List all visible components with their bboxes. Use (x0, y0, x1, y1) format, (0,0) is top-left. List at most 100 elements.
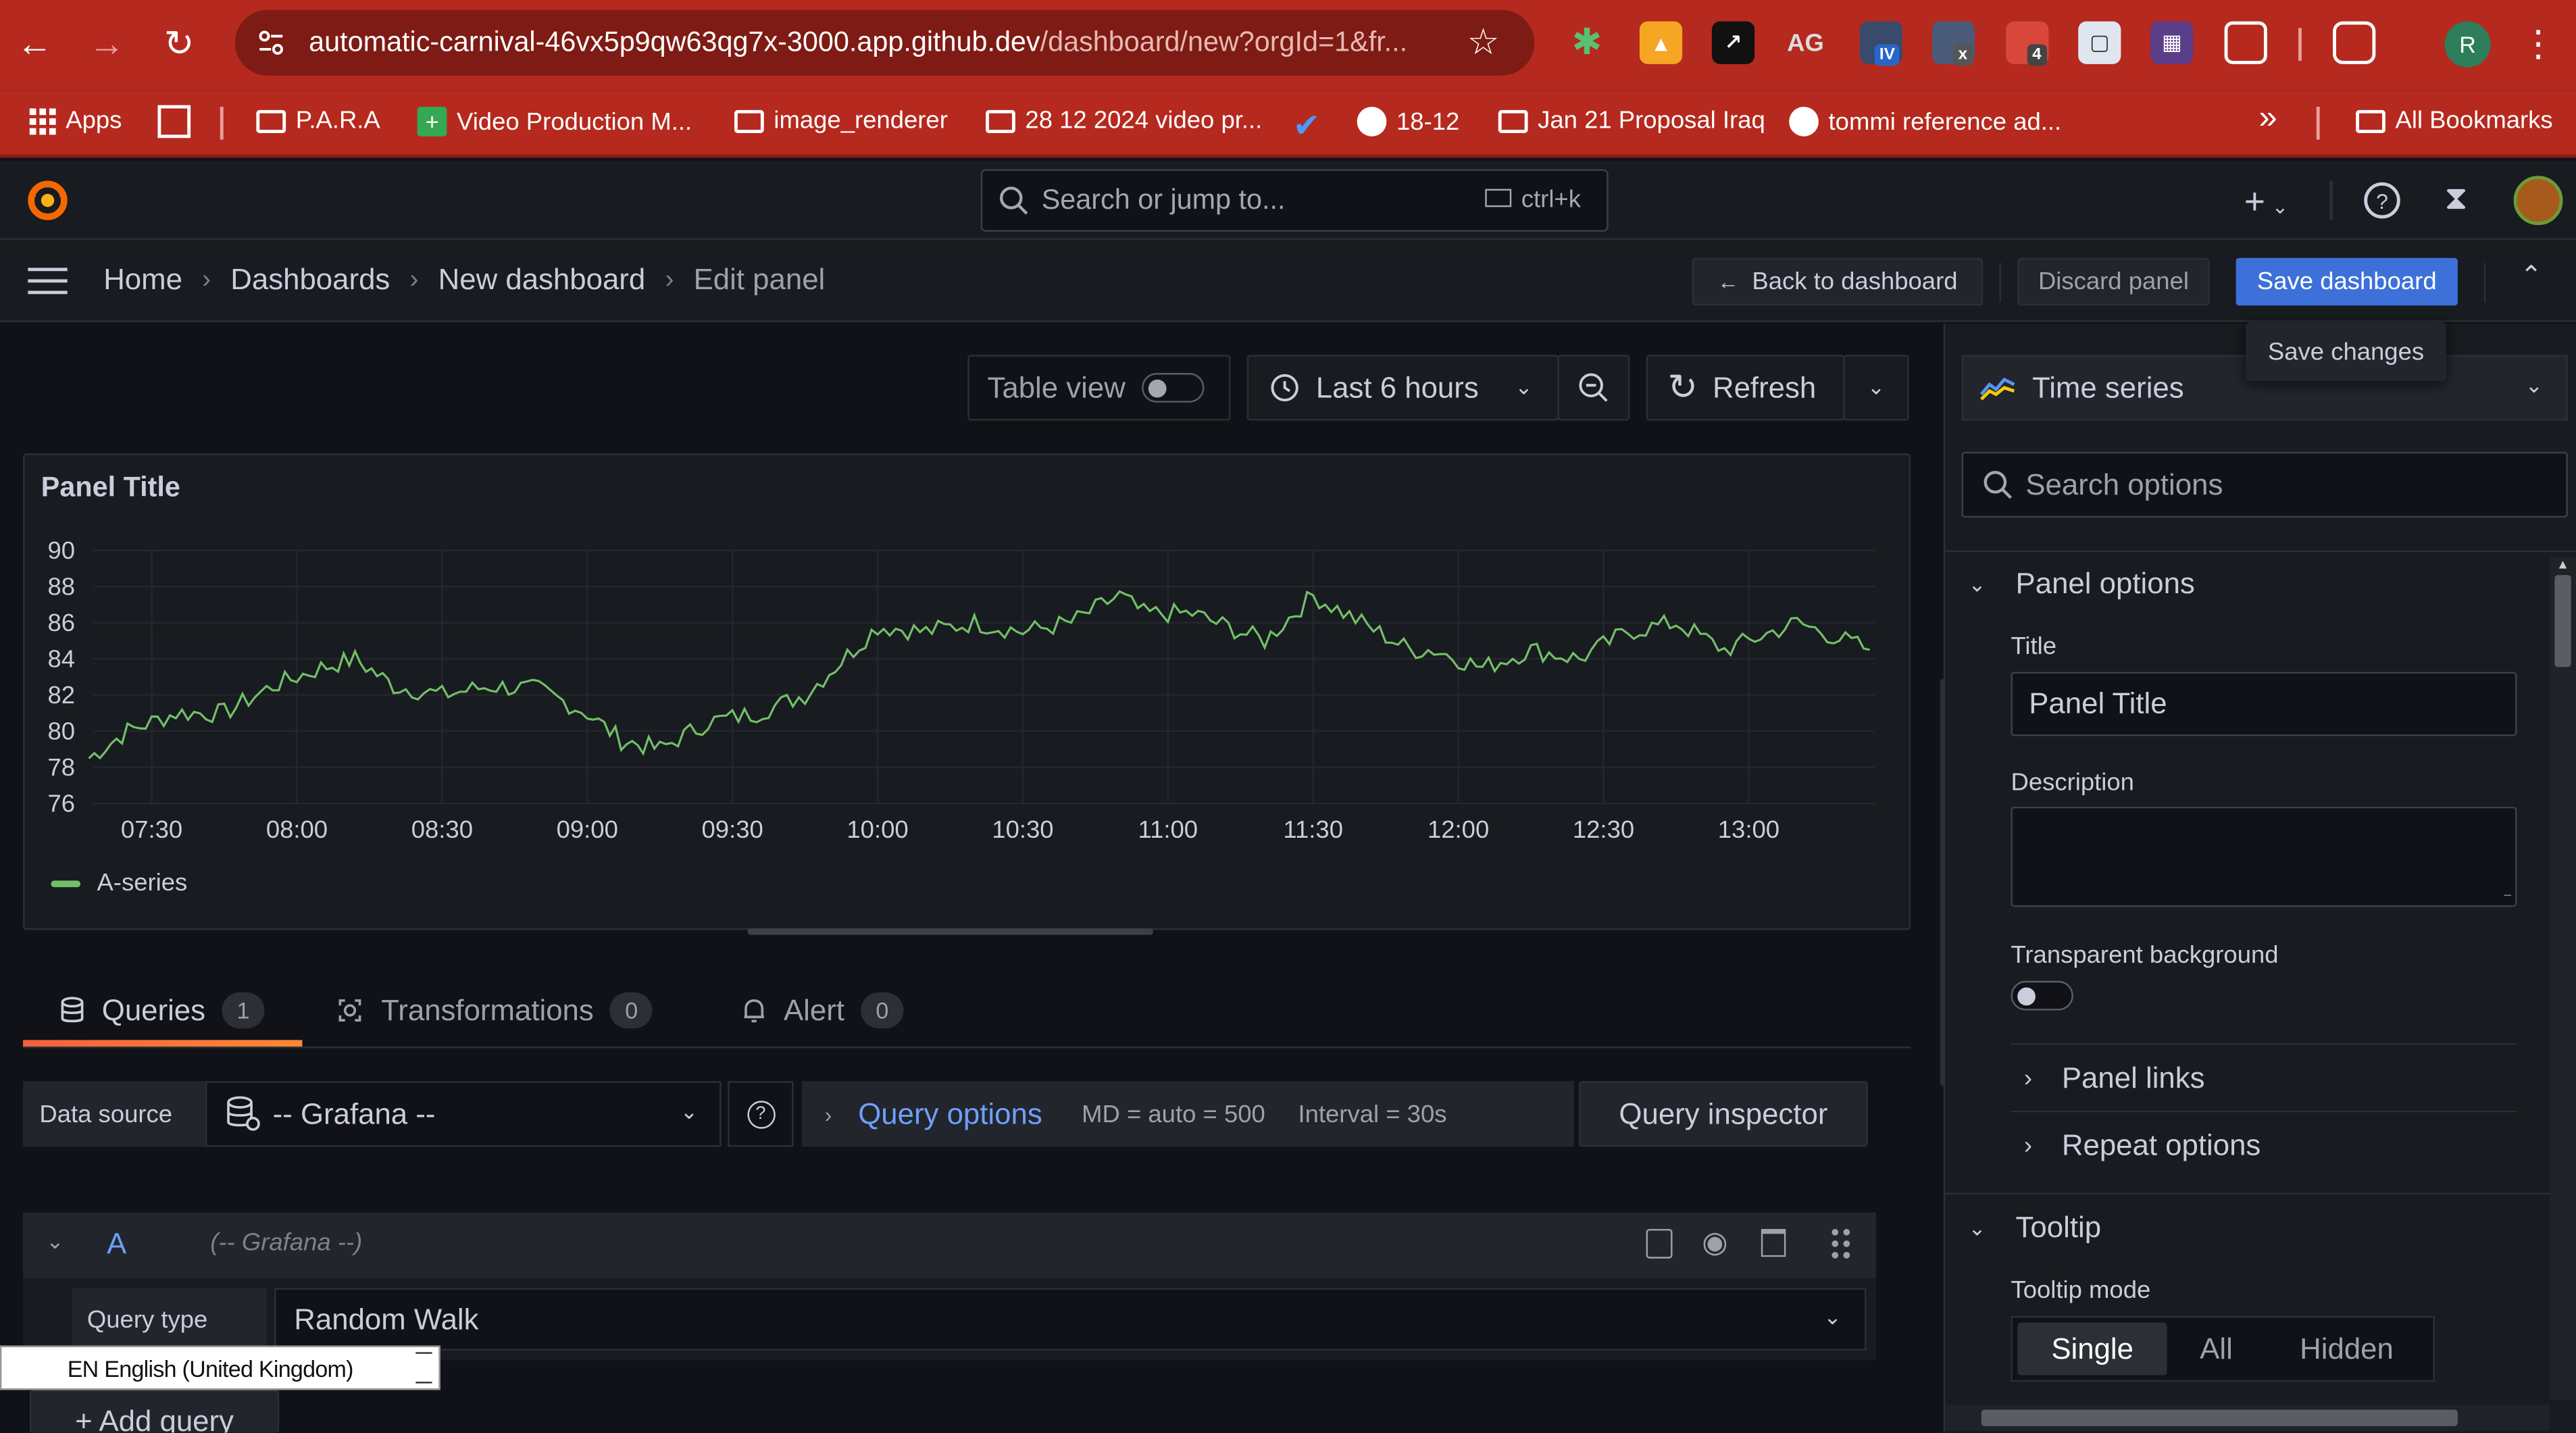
grafana-logo-icon[interactable] (24, 178, 70, 224)
breadcrumb-dashboards[interactable]: Dashboards (230, 263, 390, 297)
user-avatar[interactable] (2513, 176, 2563, 226)
bookmark-image-renderer[interactable]: image_renderer (734, 107, 948, 134)
address-bar[interactable]: automatic-carnival-46vx5p9qw63qg7x-3000.… (234, 9, 1535, 76)
query-type-select[interactable]: Random Walk ⌄ (274, 1288, 1867, 1351)
checkmark-bookmark-icon[interactable]: ✔ (1293, 105, 1321, 147)
bookmark-18-12[interactable]: 18-12 (1357, 107, 1459, 136)
profile-avatar[interactable]: R (2444, 21, 2491, 68)
extension-orange-icon[interactable]: ▲ (1639, 21, 1683, 64)
refresh-interval-dropdown[interactable]: ⌄ (1843, 355, 1909, 421)
back-arrow-icon[interactable]: ← (10, 20, 59, 69)
hamburger-menu-icon[interactable] (28, 268, 68, 297)
zoom-out-button[interactable] (1557, 355, 1630, 421)
extension-calendar-icon[interactable]: 4 (2006, 21, 2049, 66)
tooltip-header[interactable]: ⌄ Tooltip (1968, 1211, 2101, 1245)
extension-book-icon[interactable]: ▦ (2150, 21, 2194, 64)
new-plus-icon[interactable]: + ⌄ (2244, 180, 2288, 223)
search-options-input[interactable]: Search options (1961, 451, 2568, 518)
query-options-row[interactable]: › Query options MD = auto = 500 Interval… (801, 1081, 1574, 1147)
screenshot-icon[interactable] (2333, 21, 2376, 64)
panel-resize-handle[interactable] (747, 928, 1154, 935)
time-series-viz-icon (1979, 377, 2015, 401)
query-inspector-button[interactable]: Query inspector (1578, 1081, 1868, 1147)
tooltip-mode-hidden[interactable]: Hidden (2265, 1323, 2428, 1376)
y-tick-label: 78 (48, 753, 76, 781)
add-query-button[interactable]: + Add query (29, 1390, 280, 1433)
query-options-link[interactable]: Query options (858, 1097, 1042, 1131)
save-dashboard-button[interactable]: Save dashboard (2236, 257, 2458, 306)
divider (2483, 263, 2486, 303)
transparent-background-toggle[interactable] (2011, 980, 2073, 1011)
folder-icon (734, 109, 764, 132)
extension-dark-icon[interactable]: ↗ (1711, 21, 1755, 64)
scrollbar-thumb[interactable] (1981, 1409, 2458, 1426)
rss-icon[interactable]: ⧗ (2444, 180, 2467, 218)
series-line-A-series (88, 590, 1870, 760)
refresh-button[interactable]: ↻ Refresh (1646, 355, 1845, 421)
tooltip-mode-label: Tooltip mode (2011, 1276, 2151, 1305)
extension-lock-icon[interactable]: IV (1859, 21, 1902, 66)
search-input[interactable]: Search or jump to... ctrl+k (980, 169, 1609, 232)
time-range-picker[interactable]: Last 6 hours ⌄ (1246, 355, 1559, 421)
browser-menu-icon[interactable]: ⋮ (2514, 20, 2563, 69)
extension-window-icon[interactable]: ▢ (2078, 21, 2121, 64)
all-bookmarks[interactable]: All Bookmarks (2356, 107, 2553, 134)
collapse-chevron-icon[interactable]: ⌄ (46, 1229, 64, 1255)
breadcrumb-home[interactable]: Home (103, 263, 182, 297)
description-textarea[interactable]: − (2011, 806, 2517, 907)
chevron-right-icon: › (2023, 1064, 2033, 1093)
table-view-switch[interactable] (1142, 373, 1205, 403)
panel-options-header[interactable]: ⌄ Panel options (1968, 567, 2195, 601)
duplicate-query-icon[interactable] (1646, 1228, 1673, 1259)
reload-icon[interactable]: ↻ (155, 20, 204, 69)
extension-puzzle-green-icon[interactable]: ✱ (1565, 22, 1608, 64)
tooltip-mode-all[interactable]: All (2167, 1323, 2265, 1376)
trash-icon[interactable] (1761, 1228, 1786, 1257)
bookmark-video-pr[interactable]: 28 12 2024 video pr... (986, 107, 1262, 134)
tooltip-mode-single[interactable]: Single (2017, 1322, 2168, 1376)
query-ref-id[interactable]: A (107, 1228, 126, 1262)
bookmark-star-icon[interactable]: ☆ (1467, 22, 1500, 64)
datasource-help-button[interactable]: ? (728, 1081, 794, 1147)
panel-title-input[interactable]: Panel Title (2011, 672, 2517, 736)
drag-handle-icon[interactable] (1832, 1228, 1850, 1259)
bookmarks-overflow-icon[interactable]: » (2259, 100, 2277, 138)
query-row-header[interactable]: ⌄ A (-- Grafana --) ◉ (23, 1212, 1877, 1278)
extensions-puzzle-icon[interactable] (2224, 21, 2267, 64)
forward-arrow-icon[interactable]: → (82, 20, 132, 69)
panel-links-header[interactable]: › Panel links (2024, 1061, 2205, 1096)
collapse-chevron-up-icon[interactable]: ⌃ (2520, 259, 2542, 293)
table-view-toggle[interactable]: Table view (967, 355, 1231, 421)
help-icon[interactable]: ? (2364, 182, 2400, 219)
legend-item[interactable]: A-series (51, 869, 187, 897)
repeat-options-header[interactable]: › Repeat options (2024, 1129, 2261, 1163)
x-tick-label: 07:30 (121, 815, 182, 843)
eye-icon[interactable]: ◉ (1702, 1226, 1727, 1260)
bookmark-proposal-iraq[interactable]: Jan 21 Proposal Iraq (1498, 107, 1765, 134)
bookmark-para[interactable]: P.A.R.A (256, 107, 380, 134)
scroll-up-icon[interactable]: ▲ (2550, 557, 2576, 572)
tab-transformations[interactable]: Transformations 0 (335, 992, 653, 1029)
zoom-out-icon (1579, 373, 1608, 402)
time-series-chart[interactable]: 90 88 86 84 82 80 78 76 07:30 08:00 08:30 09:00 09:3… (24, 521, 1912, 849)
apps-grid-icon (29, 107, 56, 134)
language-indicator[interactable]: EN English (United Kingdom) (0, 1345, 440, 1390)
discard-panel-button[interactable]: Discard panel (2017, 257, 2210, 306)
tab-groups-icon[interactable] (157, 105, 191, 139)
back-to-dashboard-button[interactable]: ← Back to dashboard (1692, 257, 1984, 306)
extension-grid-icon[interactable]: x (1931, 21, 1975, 66)
bookmark-apps[interactable]: Apps (29, 107, 122, 134)
legend-swatch (51, 880, 81, 886)
bookmark-video-production[interactable]: + Video Production M... (417, 107, 692, 136)
vertical-scrollbar[interactable]: ▲ (2550, 557, 2576, 1400)
scrollbar-thumb[interactable] (2554, 575, 2571, 668)
horizontal-scrollbar[interactable] (1945, 1405, 2550, 1432)
tab-queries[interactable]: Queries 1 (59, 992, 265, 1029)
datasource-picker[interactable]: -- Grafana -- ⌄ (205, 1081, 722, 1147)
tab-alert[interactable]: Alert 0 (741, 992, 904, 1029)
clock-icon (1271, 374, 1298, 402)
site-info-icon[interactable] (255, 26, 288, 59)
bookmark-tommi[interactable]: tommi reference ad... (1789, 107, 2061, 136)
breadcrumb-new-dashboard[interactable]: New dashboard (438, 263, 646, 297)
extension-ag-icon[interactable]: AG (1784, 22, 1827, 64)
